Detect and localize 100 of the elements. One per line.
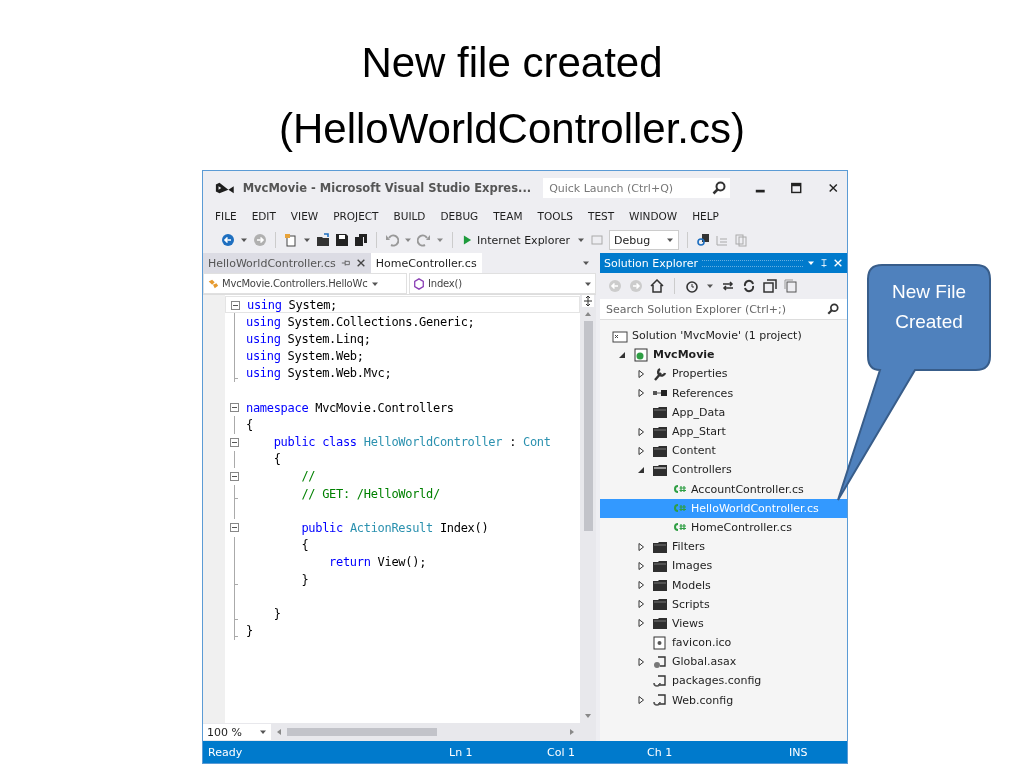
column-number: Col 1 <box>547 745 575 759</box>
tree-item[interactable]: Views <box>600 613 847 633</box>
tree-item[interactable]: Web.config <box>600 690 847 710</box>
config-file-icon <box>652 693 668 708</box>
tree-item[interactable]: Controllers <box>600 460 847 480</box>
home-icon[interactable] <box>650 279 664 293</box>
tree-item[interactable]: Solution 'MvcMovie' (1 project) <box>600 326 847 346</box>
scroll-right-icon[interactable] <box>568 728 576 736</box>
find-icon[interactable] <box>696 233 710 247</box>
char-number: Ch 1 <box>647 745 673 759</box>
caret-icon[interactable] <box>807 259 815 267</box>
save-icon[interactable] <box>335 233 349 247</box>
caret-icon[interactable] <box>240 236 248 244</box>
new-project-icon[interactable] <box>284 233 298 247</box>
tree-item[interactable]: Images <box>600 556 847 576</box>
close-icon[interactable] <box>355 258 366 268</box>
type-dropdown[interactable]: MvcMovie.Controllers.HelloWc <box>203 273 407 294</box>
member-dropdown[interactable]: Index() <box>409 273 596 294</box>
menu-item[interactable]: EDIT <box>251 210 276 222</box>
expand-arrow-icon[interactable] <box>637 696 645 705</box>
menu-item[interactable]: WINDOW <box>629 210 678 222</box>
code-line: // GET: /HelloWorld/ <box>300 486 440 501</box>
collapse-all-icon[interactable] <box>763 279 777 293</box>
menu-item[interactable]: TOOLS <box>537 210 573 222</box>
slide-title: New file created <box>361 39 663 86</box>
tree-item[interactable]: MvcMovie <box>600 345 847 365</box>
pin-icon[interactable] <box>819 258 829 268</box>
tree-item[interactable]: Scripts <box>600 594 847 614</box>
tree-item[interactable]: packages.config <box>600 671 847 691</box>
menu-item[interactable]: DEBUG <box>440 210 479 222</box>
expand-arrow-icon[interactable] <box>637 561 645 570</box>
back-icon[interactable] <box>221 233 235 247</box>
expand-arrow-icon[interactable] <box>637 657 645 666</box>
document-tab[interactable]: HomeController.cs <box>370 253 482 273</box>
tree-item[interactable]: AccountController.cs <box>600 479 847 499</box>
menu-item[interactable]: TEST <box>587 210 615 222</box>
caret-icon[interactable] <box>577 236 585 244</box>
tree-item[interactable]: Filters <box>600 537 847 557</box>
tree-item[interactable]: Global.asax <box>600 652 847 672</box>
tree-item[interactable]: favicon.ico <box>600 633 847 653</box>
scroll-down-icon[interactable] <box>584 712 592 720</box>
grip-handle[interactable] <box>702 259 803 267</box>
scroll-left-icon[interactable] <box>275 728 283 736</box>
collapse-icon[interactable] <box>230 437 239 447</box>
collapse-icon[interactable] <box>230 403 239 413</box>
collapse-arrow-icon[interactable] <box>618 350 626 359</box>
collapse-icon[interactable] <box>230 471 239 481</box>
expand-arrow-icon[interactable] <box>637 389 645 398</box>
tree-item[interactable]: App_Start <box>600 421 847 442</box>
code-line: // <box>300 469 316 484</box>
solution-icon <box>612 328 628 343</box>
collapse-icon[interactable] <box>230 523 239 533</box>
config-file-icon <box>652 673 668 688</box>
document-tab[interactable]: HelloWorldController.cs <box>203 253 371 273</box>
expand-arrow-icon[interactable] <box>637 600 645 609</box>
pin-icon[interactable] <box>340 258 351 268</box>
refresh-icon[interactable] <box>742 279 756 293</box>
scroll-up-icon[interactable] <box>584 310 592 318</box>
expand-arrow-icon[interactable] <box>637 369 645 378</box>
tree-item[interactable]: Models <box>600 575 847 595</box>
search-field[interactable]: Search Solution Explorer (Ctrl+;) <box>600 299 847 320</box>
expand-arrow-icon[interactable] <box>637 619 645 628</box>
caret-icon[interactable] <box>436 236 444 244</box>
history-icon[interactable] <box>685 279 699 293</box>
caret-icon[interactable] <box>706 282 714 290</box>
menu-item[interactable]: BUILD <box>393 210 426 222</box>
run-button[interactable]: Internet Explorer <box>461 233 572 247</box>
tree-item[interactable]: App_Data <box>600 402 847 422</box>
maximize-button[interactable] <box>790 181 803 195</box>
search-icon <box>827 303 839 315</box>
zoom-dropdown[interactable]: 100 % <box>203 724 271 740</box>
quick-launch-field[interactable]: Quick Launch (Ctrl+Q) <box>543 178 730 198</box>
expand-arrow-icon[interactable] <box>637 581 645 590</box>
folder-icon <box>652 443 668 458</box>
caret-icon[interactable] <box>303 236 311 244</box>
menu-item[interactable]: FILE <box>215 210 237 222</box>
menu-item[interactable]: PROJECT <box>333 210 379 222</box>
configuration-dropdown[interactable]: Debug <box>609 230 679 250</box>
expand-arrow-icon[interactable] <box>637 446 645 455</box>
caret-icon[interactable] <box>582 259 590 267</box>
expand-arrow-icon[interactable] <box>637 542 645 551</box>
collapse-arrow-icon[interactable] <box>637 465 645 474</box>
save-all-icon[interactable] <box>354 233 368 247</box>
folder-icon <box>652 539 668 554</box>
menu-item[interactable]: VIEW <box>290 210 319 222</box>
expand-arrow-icon[interactable] <box>637 427 645 436</box>
menu-item[interactable]: HELP <box>692 210 719 222</box>
collapse-icon[interactable] <box>231 301 240 310</box>
caret-icon[interactable] <box>404 236 412 244</box>
folder-icon <box>652 424 668 439</box>
tree-item[interactable]: Properties <box>600 364 847 384</box>
split-icon[interactable] <box>582 295 594 307</box>
tree-item[interactable]: References <box>600 383 847 403</box>
menu-item[interactable]: TEAM <box>493 210 523 222</box>
sync-icon[interactable] <box>721 279 735 293</box>
vertical-scrollbar[interactable] <box>580 295 596 723</box>
open-folder-icon[interactable] <box>316 233 330 247</box>
tree-item[interactable]: HomeController.cs <box>600 517 847 538</box>
tree-item[interactable]: Content <box>600 441 847 461</box>
caret-icon <box>666 236 674 244</box>
